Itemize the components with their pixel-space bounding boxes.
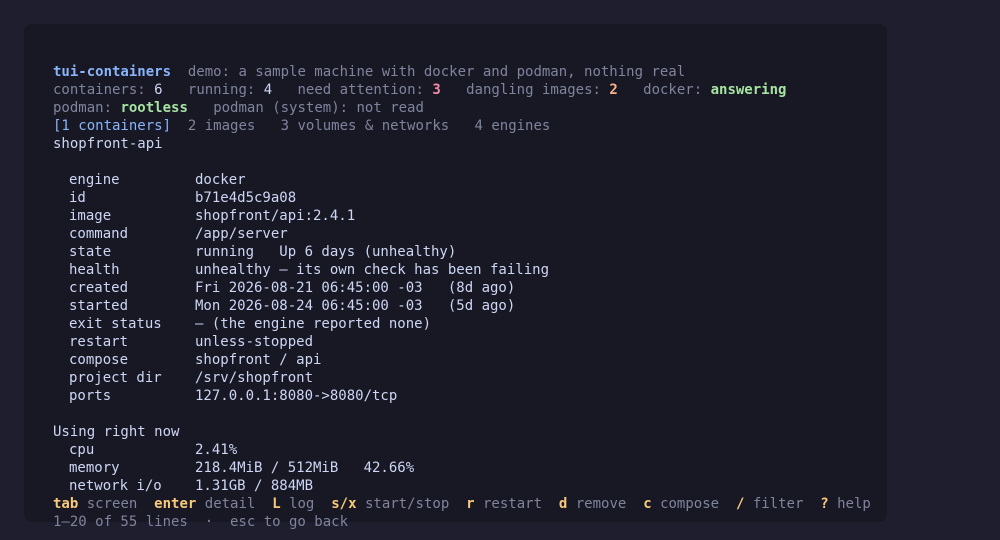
usage-value: 218.4MiB / 512MiB 42.66% (195, 460, 415, 476)
tab-bar: [1 containers] 2 images 3 volumes & netw… (53, 117, 887, 135)
keybind-compose[interactable]: c compose (643, 496, 719, 512)
detail-key: created (69, 280, 129, 296)
detail-key: started (69, 298, 129, 314)
usage-value: 2.41% (195, 442, 238, 458)
detail-row-exit-status: exit status — (the engine reported none) (53, 315, 887, 333)
detail-row-ports: ports 127.0.0.1:8080->8080/tcp (53, 387, 887, 405)
detail-key: command (69, 226, 129, 242)
detail-value: unless-stopped (195, 334, 314, 350)
detail-value: shopfront / api (195, 352, 322, 368)
detail-key: id (69, 190, 86, 206)
detail-row-restart: restart unless-stopped (53, 333, 887, 351)
running-label: running: (187, 82, 256, 98)
detail-value: Mon 2026-08-24 06:45:00 -03 (5d ago) (195, 298, 516, 314)
detail-key: compose (69, 352, 129, 368)
terminal-window: tui-containers demo: a sample machine wi… (24, 24, 887, 530)
detail-key: health (69, 262, 120, 278)
detail-list: engine docker id b71e4d5c9a08 image shopfro… (53, 171, 887, 405)
dangling-label: dangling images: (466, 82, 601, 98)
containers-label: containers: (53, 82, 146, 98)
header-line: tui-containers demo: a sample machine wi… (53, 63, 887, 81)
detail-value: b71e4d5c9a08 (195, 190, 297, 206)
detail-value: — (the engine reported none) (195, 316, 432, 332)
podman-system-status: podman (system): not read (213, 100, 424, 116)
detail-value: 127.0.0.1:8080->8080/tcp (195, 388, 398, 404)
stats-line: containers: 6 running: 4 need attention:… (53, 81, 887, 99)
detail-value: running Up 6 days (unhealthy) (195, 244, 457, 260)
detail-key: restart (69, 334, 129, 350)
detail-row-state: state running Up 6 days (unhealthy) (53, 243, 887, 261)
usage-row-network-io: network i/o 1.31GB / 884MB (53, 477, 887, 495)
usage-list: cpu 2.41% memory 218.4MiB / 512MiB 42.66% … (53, 441, 887, 495)
detail-row-created: created Fri 2026-08-21 06:45:00 -03 (8d a… (53, 279, 887, 297)
detail-key: project dir (69, 370, 162, 386)
attention-label: need attention: (297, 82, 424, 98)
detail-value: Fri 2026-08-21 06:45:00 -03 (8d ago) (195, 280, 516, 296)
tab-containers[interactable]: [1 containers] (53, 118, 171, 134)
keybind-restart[interactable]: r restart (466, 496, 542, 512)
detail-key: exit status (69, 316, 162, 332)
keybar: tab screen enter detail L log s/x start/… (53, 495, 887, 513)
detail-value: shopfront/api:2.4.1 (195, 208, 356, 224)
keybind-help[interactable]: ? help (820, 496, 871, 512)
detail-key: engine (69, 172, 120, 188)
usage-heading: Using right now (53, 424, 180, 440)
usage-key: memory (69, 460, 120, 476)
container-title: shopfront-api (53, 136, 163, 152)
detail-key: ports (69, 388, 112, 404)
detail-row-project-dir: project dir/srv/shopfront (53, 369, 887, 387)
detail-value: docker (195, 172, 246, 188)
detail-key: state (69, 244, 112, 260)
detail-row-compose: compose shopfront / api (53, 351, 887, 369)
detail-key: image (69, 208, 112, 224)
keybind-start-stop[interactable]: s/x start/stop (331, 496, 449, 512)
usage-row-cpu: cpu 2.41% (53, 441, 887, 459)
keybind-log[interactable]: L log (272, 496, 314, 512)
podman-status: rootless (120, 100, 188, 116)
usage-value: 1.31GB / 884MB (195, 478, 314, 494)
keybind-enter[interactable]: enter detail (154, 496, 255, 512)
status-line: 1–20 of 55 lines · esc to go back (53, 514, 349, 530)
keybind-tab[interactable]: tab screen (53, 496, 137, 512)
usage-row-memory: memory 218.4MiB / 512MiB 42.66% (53, 459, 887, 477)
tab-engines[interactable]: 4 engines (474, 118, 550, 134)
app-subtitle: demo: a sample machine with docker and p… (187, 64, 686, 80)
usage-key: network i/o (69, 478, 162, 494)
keybind-remove[interactable]: d remove (559, 496, 626, 512)
app-name: tui-containers (53, 64, 172, 80)
podman-label: podman: (53, 100, 113, 116)
tab-volumes-networks[interactable]: 3 volumes & networks (281, 118, 450, 134)
detail-row-image: image shopfront/api:2.4.1 (53, 207, 887, 225)
containers-count: 6 (154, 82, 163, 98)
detail-row-started: started Mon 2026-08-24 06:45:00 -03 (5d a… (53, 297, 887, 315)
dangling-count: 2 (609, 82, 618, 98)
detail-row-id: id b71e4d5c9a08 (53, 189, 887, 207)
podman-line: podman: rootless podman (system): not re… (53, 99, 887, 117)
usage-key: cpu (69, 442, 95, 458)
detail-value: unhealthy — its own check has been faili… (195, 262, 550, 278)
detail-value: /srv/shopfront (195, 370, 314, 386)
running-count: 4 (263, 82, 273, 98)
detail-row-command: command/app/server (53, 225, 887, 243)
keybind-filter[interactable]: / filter (736, 496, 803, 512)
detail-row-engine: engine docker (53, 171, 887, 189)
attention-count: 3 (432, 82, 441, 98)
detail-row-health: health unhealthy — its own check has been… (53, 261, 887, 279)
docker-status: answering (710, 82, 787, 98)
tab-images[interactable]: 2 images (188, 118, 255, 134)
detail-value: /app/server (195, 226, 288, 242)
docker-label: docker: (643, 82, 703, 98)
